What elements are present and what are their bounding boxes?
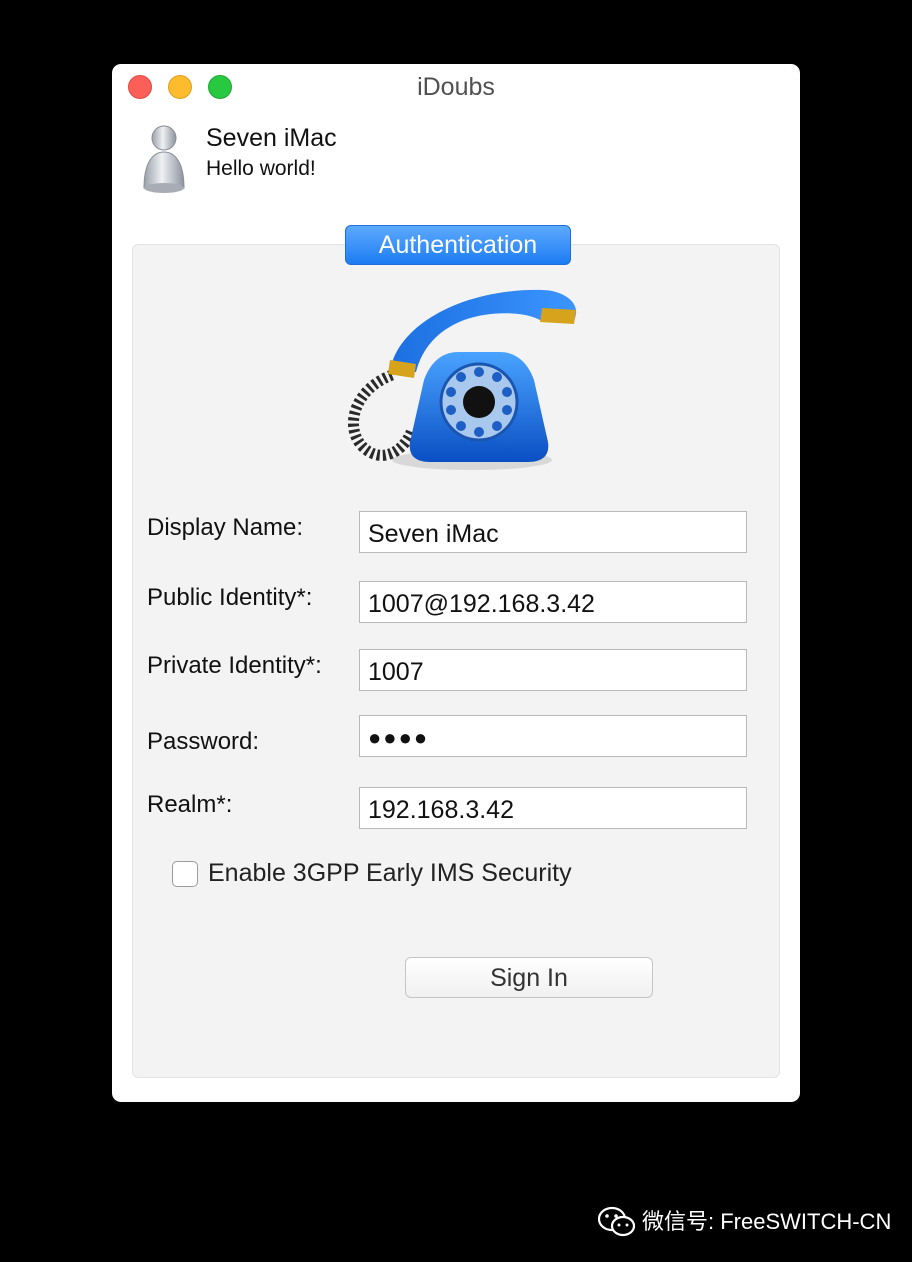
public-identity-label: Public Identity*:	[147, 584, 313, 611]
sign-in-button[interactable]: Sign In	[405, 957, 653, 998]
private-identity-field[interactable]: 1007	[359, 649, 747, 691]
window-title: iDoubs	[417, 73, 495, 101]
realm-label: Realm*:	[147, 791, 233, 818]
login-window: iDoubs Seven iMac Hello world! Authentic…	[112, 64, 800, 1102]
title-bar[interactable]: iDoubs	[112, 64, 800, 110]
wechat-watermark: 微信号: FreeSWITCH-CN	[598, 1204, 892, 1240]
wechat-icon	[598, 1206, 636, 1237]
user-status: Hello world!	[206, 157, 316, 180]
public-identity-field[interactable]: 1007@192.168.3.42	[359, 581, 747, 623]
display-name-label: Display Name:	[147, 514, 304, 541]
watermark-text: 微信号: FreeSWITCH-CN	[642, 1209, 892, 1234]
password-field[interactable]: ●●●●	[359, 715, 747, 757]
private-identity-label: Private Identity*:	[147, 652, 322, 679]
display-name-field[interactable]: Seven iMac	[359, 511, 747, 553]
user-name: Seven iMac	[206, 124, 337, 152]
realm-field[interactable]: 192.168.3.42	[359, 787, 747, 829]
tab-authentication[interactable]: Authentication	[345, 225, 571, 265]
password-label: Password:	[147, 728, 260, 755]
early-ims-label[interactable]: Enable 3GPP Early IMS Security	[208, 859, 572, 888]
telephone-icon	[347, 289, 577, 470]
early-ims-checkbox[interactable]	[172, 861, 198, 887]
user-avatar-icon	[143, 125, 185, 193]
